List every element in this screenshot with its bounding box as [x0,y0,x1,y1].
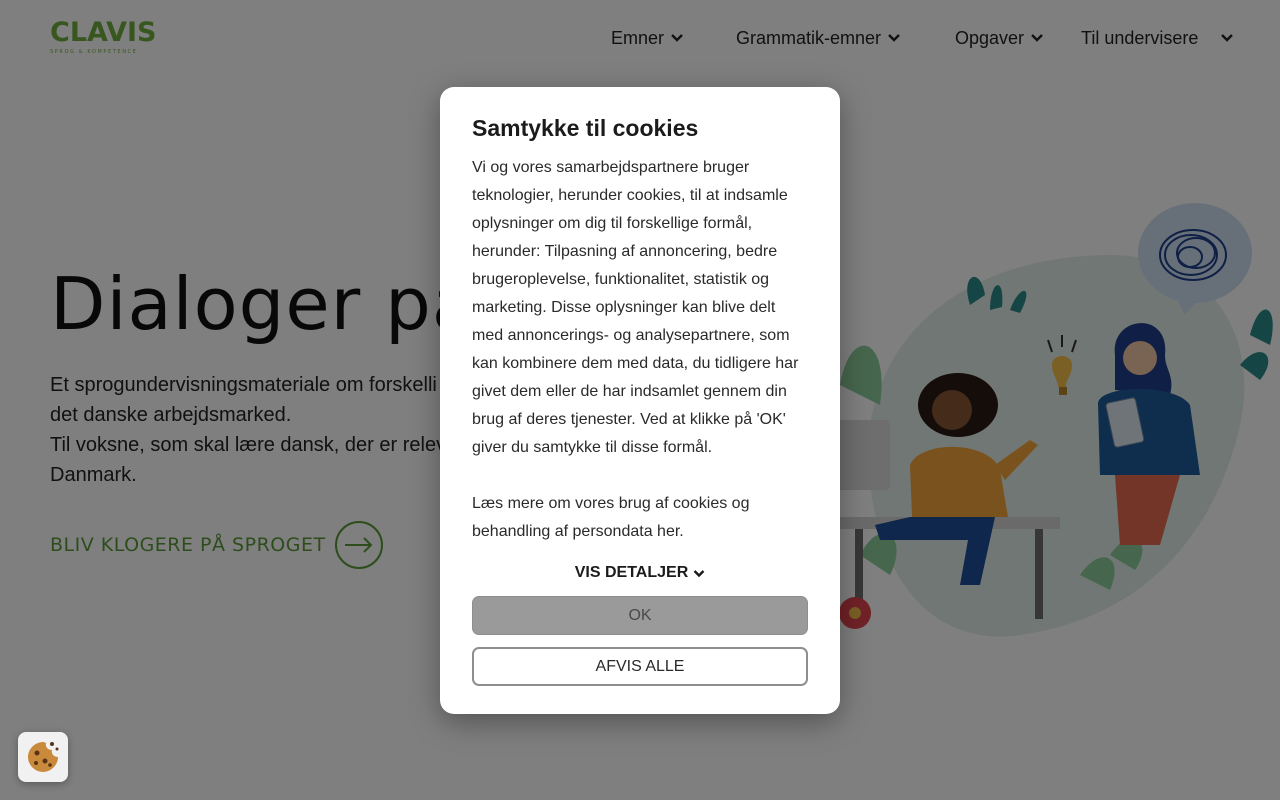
show-details-label: VIS DETALJER [574,564,689,581]
show-details-toggle[interactable]: VIS DETALJER [472,564,808,582]
read-more-link[interactable]: Læs mere om vores brug af cookies og beh… [472,495,749,540]
reject-all-button-label: AFVIS ALLE [595,657,685,675]
cookie-settings-button[interactable] [18,732,68,782]
cookie-icon [28,742,59,772]
cookie-consent-dialog: Samtykke til cookies Vi og vores samarbe… [440,87,840,714]
ok-button-label: OK [628,606,652,624]
consent-text: Vi og vores samarbejdspartnere bruger te… [472,159,799,456]
ok-button[interactable]: OK [472,596,808,635]
dialog-title: Samtykke til cookies [472,115,699,141]
chevron-down-icon [693,569,705,577]
reject-all-button[interactable]: AFVIS ALLE [472,647,808,686]
dialog-body: Vi og vores samarbejdspartnere bruger te… [472,154,808,546]
